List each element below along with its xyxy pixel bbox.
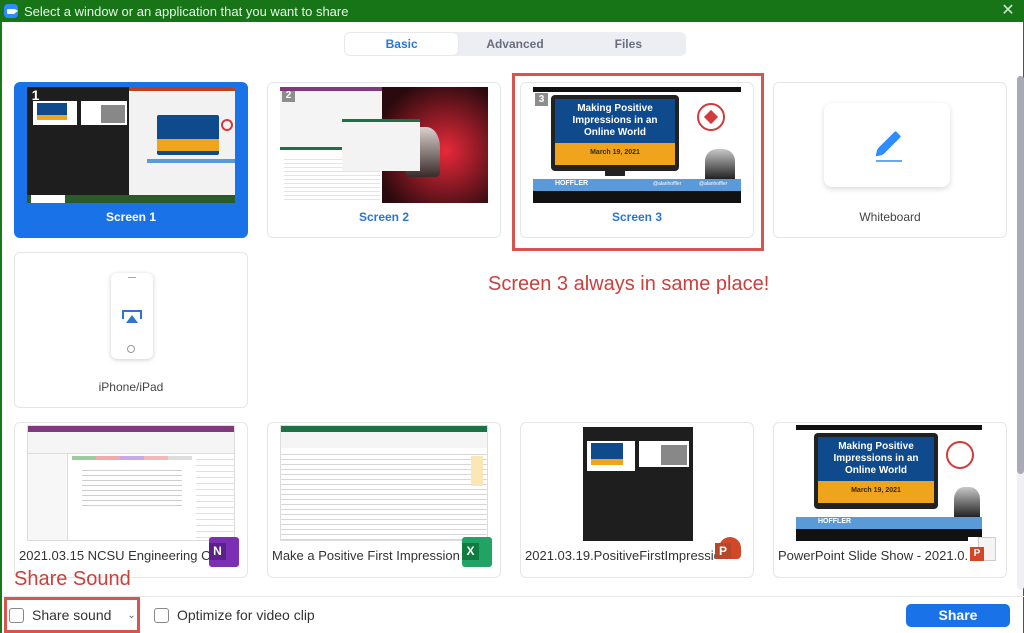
scrollbar[interactable] — [1017, 76, 1024, 590]
iphone-ipad-label: iPhone/iPad — [98, 380, 164, 394]
share-sound-checkbox[interactable]: Share sound ⌄ — [9, 607, 136, 623]
optimize-video-checkbox[interactable]: Optimize for video clip — [154, 607, 315, 623]
checkbox-box[interactable] — [9, 607, 24, 623]
close-icon[interactable]: ✕ — [999, 2, 1017, 20]
chevron-down-icon[interactable]: ⌄ — [127, 610, 135, 621]
compass-logo-icon — [946, 441, 974, 469]
share-sound-label: Share sound — [32, 607, 112, 623]
tab-advanced[interactable]: Advanced — [458, 33, 571, 55]
app-label: PowerPoint Slide Show - 2021.0... — [778, 548, 976, 563]
whiteboard-preview — [824, 103, 950, 187]
screen-2-label: Screen 2 — [358, 210, 410, 224]
onenote-thumbnail — [27, 425, 235, 541]
title-bar: Select a window or an application that y… — [0, 0, 1024, 22]
whiteboard-card[interactable]: Whiteboard — [773, 82, 1007, 238]
screen-3-highlight — [512, 73, 764, 251]
screen-1-thumbnail: 1 — [27, 87, 235, 203]
slideshow-thumbnail: Making Positive Impressions in an Online… — [796, 425, 982, 541]
app-card-excel[interactable]: Make a Positive First Impression L... X — [267, 422, 501, 578]
app-card-slideshow[interactable]: Making Positive Impressions in an Online… — [773, 422, 1007, 578]
powerpoint-window-preview — [129, 87, 235, 195]
zoom-app-icon — [4, 4, 18, 18]
iphone-ipad-card[interactable]: iPhone/iPad — [14, 252, 248, 408]
mini-photo — [81, 101, 127, 125]
powerpoint-thumbnail — [583, 427, 693, 541]
onenote-icon: N — [209, 537, 239, 567]
pen-icon — [875, 131, 902, 162]
tab-basic[interactable]: Basic — [345, 33, 459, 55]
screen-3-annotation: Screen 3 always in same place! — [488, 273, 770, 295]
scrollbar-thumb[interactable] — [1017, 76, 1024, 474]
phone-preview — [111, 273, 153, 359]
share-sound-annotation: Share Sound — [14, 568, 131, 590]
screen-1-card[interactable]: 1 Screen 1 — [14, 82, 248, 238]
mini-slide — [33, 101, 77, 125]
checkbox-box[interactable] — [154, 607, 169, 623]
tab-files[interactable]: Files — [572, 33, 685, 55]
powerpoint-icon: P — [715, 537, 745, 567]
app-card-powerpoint[interactable]: 2021.03.19.PositiveFirstImpressio... P — [520, 422, 754, 578]
tab-bar: Basic Advanced Files — [344, 32, 686, 56]
window-title: Select a window or an application that y… — [24, 3, 349, 19]
screen-2-card[interactable]: 2 Screen 2 — [267, 82, 501, 238]
share-button[interactable]: Share — [906, 604, 1010, 627]
app-label: 2021.03.19.PositiveFirstImpressio... — [525, 548, 732, 563]
excel-icon: X — [462, 537, 492, 567]
screen-1-label: Screen 1 — [105, 210, 157, 224]
dialog-preview — [342, 119, 420, 171]
app-label: 2021.03.15 NCSU Engineering Cir... — [19, 548, 228, 563]
screen-2-thumbnail: 2 — [280, 87, 488, 203]
app-card-onenote[interactable]: 2021.03.15 NCSU Engineering Cir... N — [14, 422, 248, 578]
excel-thumbnail — [280, 425, 488, 541]
app-label: Make a Positive First Impression L... — [272, 548, 482, 563]
powerpoint-show-icon: P — [968, 537, 998, 567]
share-screen-dialog: Select a window or an application that y… — [0, 0, 1024, 633]
optimize-video-label: Optimize for video clip — [177, 607, 315, 623]
whiteboard-label: Whiteboard — [859, 210, 921, 224]
